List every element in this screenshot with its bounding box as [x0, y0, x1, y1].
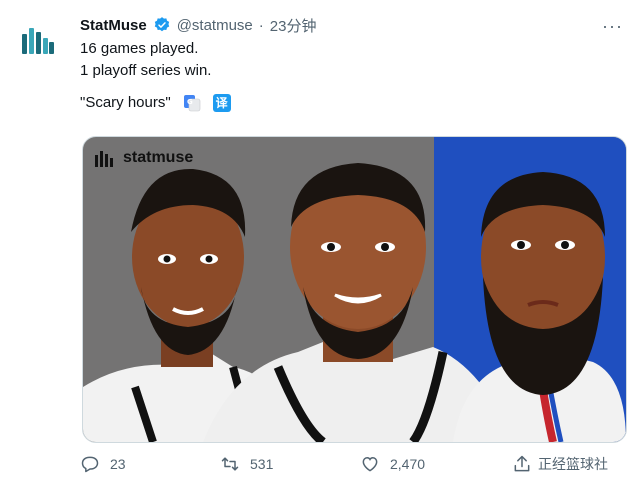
svg-text:G: G — [187, 98, 193, 106]
like-button[interactable]: 2,470 — [360, 454, 512, 474]
tweet-header: StatMuse @statmuse · 23分钟 — [80, 14, 627, 36]
tweet-media-image[interactable]: statmuse — [82, 136, 627, 443]
statmuse-logo-text: statmuse — [123, 149, 194, 166]
tweet-actions: 23 531 2,470 正经篮球社 — [80, 452, 631, 476]
handle[interactable]: @statmuse — [177, 17, 253, 34]
tweet-line-3: "Scary hours" — [80, 94, 171, 111]
share-button[interactable]: 正经篮球社 — [512, 454, 608, 474]
more-options-icon[interactable]: ··· — [602, 16, 623, 37]
tweet-line-1: 16 games played. — [80, 40, 199, 57]
avatar[interactable] — [14, 18, 62, 66]
reply-icon — [81, 456, 99, 473]
translate-button[interactable]: 译 — [212, 94, 231, 112]
tweet-body: 16 games played. 1 playoff series win. "… — [80, 38, 231, 114]
statmuse-bars-icon — [95, 151, 113, 167]
google-translate-icon[interactable]: G — [183, 94, 201, 112]
retweet-icon — [221, 457, 239, 471]
tweet-line-2: 1 playoff series win. — [80, 62, 212, 79]
timestamp[interactable]: 23分钟 — [270, 15, 317, 36]
retweet-button[interactable]: 531 — [220, 454, 360, 474]
retweet-count: 531 — [250, 456, 274, 472]
reply-button[interactable]: 23 — [80, 454, 220, 474]
share-icon — [514, 455, 530, 472]
player-illustration — [83, 163, 626, 442]
verified-badge-icon — [154, 17, 169, 32]
separator-dot: · — [258, 16, 264, 34]
statmuse-watermark-logo: statmuse — [95, 149, 193, 167]
reply-count: 23 — [110, 456, 126, 472]
statmuse-logo-icon — [22, 28, 54, 54]
source-watermark: 正经篮球社 — [538, 456, 608, 472]
like-count: 2,470 — [390, 456, 426, 472]
display-name[interactable]: StatMuse — [80, 17, 147, 34]
tweet-quote-line: "Scary hours" G 译 — [80, 92, 231, 114]
heart-icon — [362, 456, 378, 472]
